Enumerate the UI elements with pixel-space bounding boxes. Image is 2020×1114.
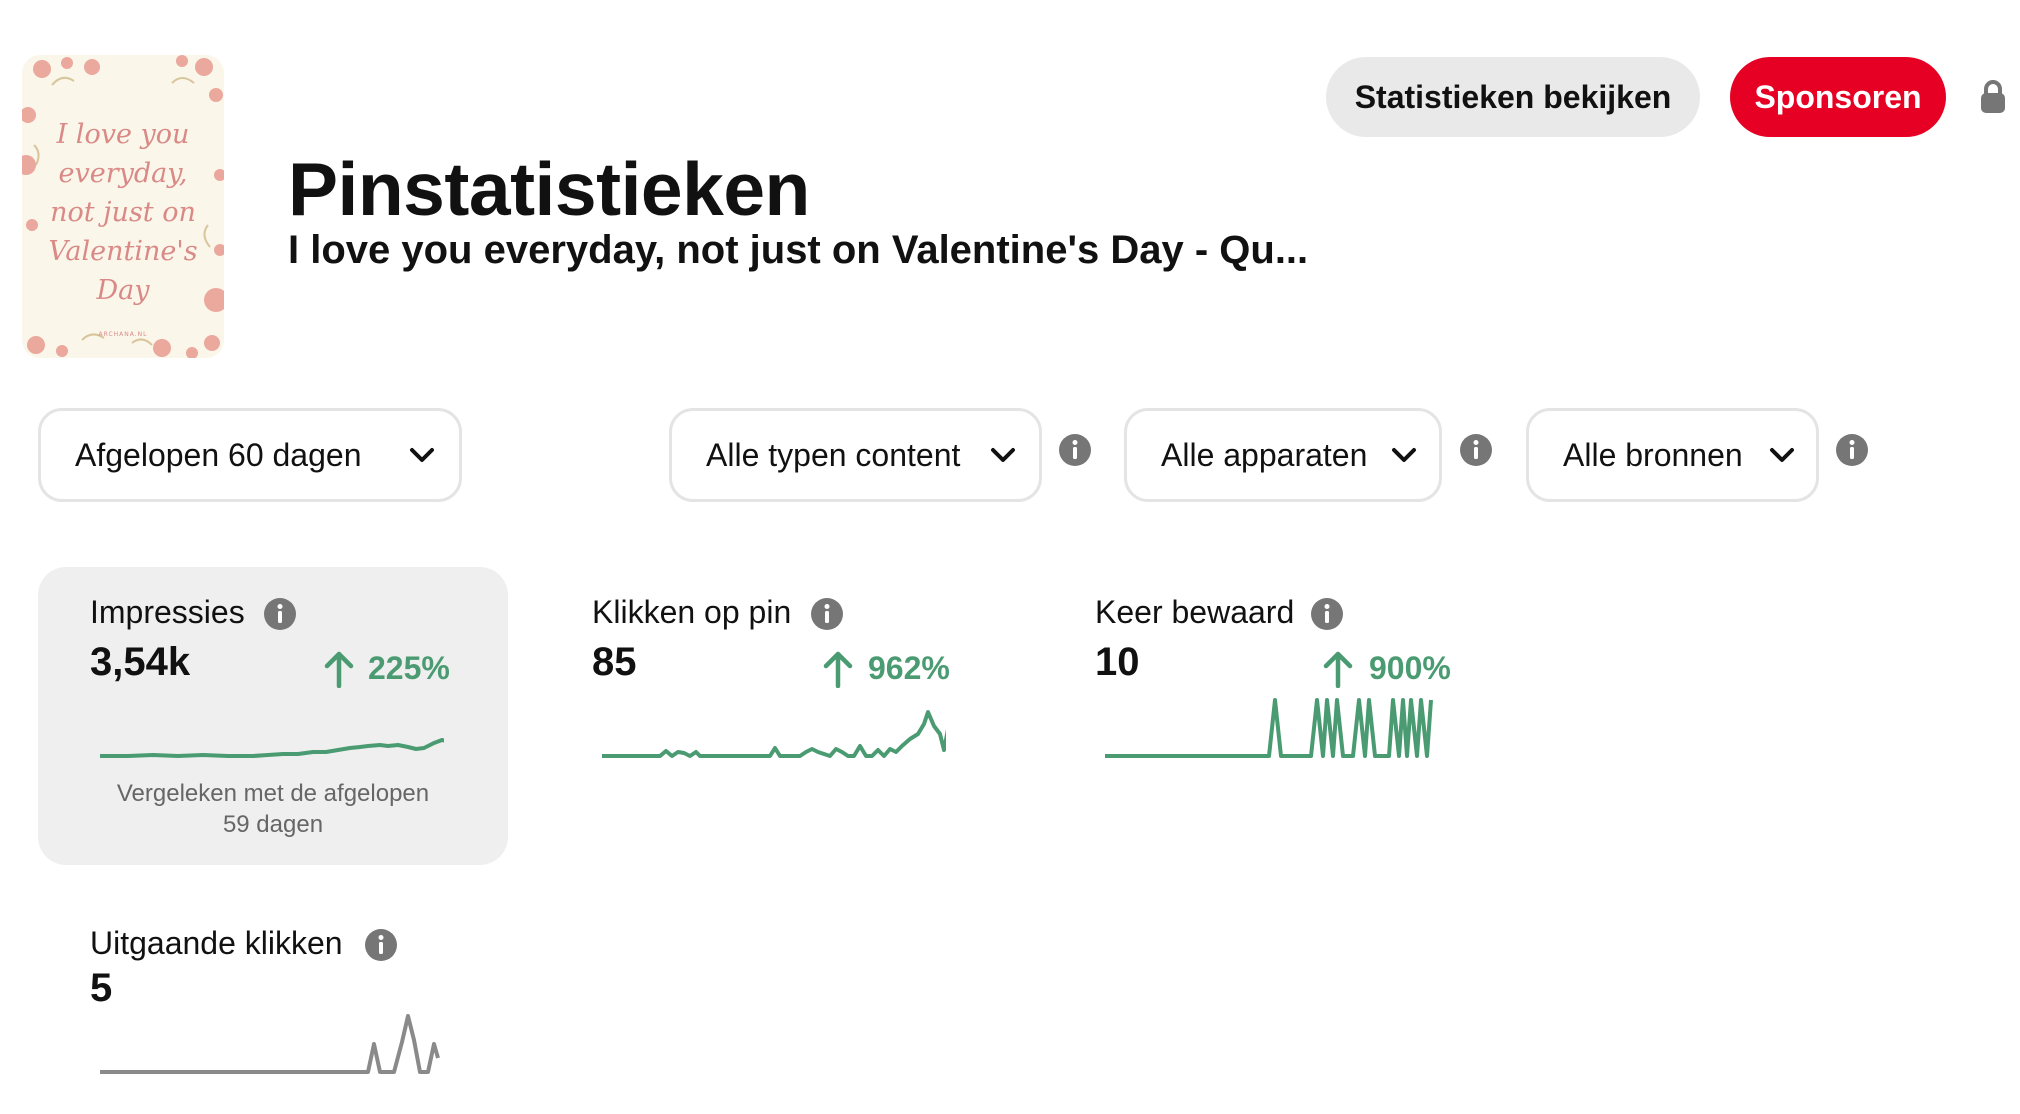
- devices-dropdown[interactable]: Alle apparaten: [1124, 408, 1442, 502]
- pin-title[interactable]: I love you everyday, not just on Valenti…: [288, 228, 1308, 273]
- pin-clicks-change: 962%: [868, 650, 950, 686]
- date-range-label: Afgelopen 60 dagen: [75, 437, 362, 473]
- pin-clicks-value: 85: [592, 640, 637, 684]
- chevron-down-icon: [991, 448, 1015, 462]
- outbound-clicks-info-icon[interactable]: [365, 929, 397, 961]
- impressions-sparkline: [100, 738, 444, 758]
- sources-info-icon[interactable]: [1836, 434, 1868, 466]
- chevron-down-icon: [1770, 448, 1794, 462]
- pin-image-quote: I love you everyday, not just on Valenti…: [48, 119, 198, 306]
- page-title: Pinstatistieken: [288, 147, 810, 231]
- pin-clicks-sparkline: [602, 710, 946, 758]
- pin-clicks-info-icon[interactable]: [811, 598, 843, 630]
- date-range-dropdown[interactable]: Afgelopen 60 dagen: [38, 408, 462, 502]
- saves-label: Keer bewaard: [1095, 594, 1295, 630]
- outbound-clicks-label: Uitgaande klikken: [90, 925, 343, 961]
- pin-thumbnail[interactable]: I love you everyday, not just on Valenti…: [22, 55, 224, 358]
- devices-info-icon[interactable]: [1460, 434, 1492, 466]
- view-statistics-button[interactable]: Statistieken bekijken: [1326, 57, 1700, 137]
- outbound-clicks-sparkline: [100, 1014, 440, 1074]
- sources-label: Alle bronnen: [1563, 437, 1743, 473]
- arrow-up-icon: [823, 651, 853, 688]
- pin-image-credit: ARCHANA.NL: [98, 331, 148, 338]
- outbound-clicks-value: 5: [90, 966, 113, 1010]
- saves-change: 900%: [1369, 650, 1451, 686]
- sources-dropdown[interactable]: Alle bronnen: [1526, 408, 1819, 502]
- impressions-value: 3,54k: [90, 640, 191, 684]
- saves-value: 10: [1095, 640, 1140, 684]
- comparison-note: Vergeleken met de afgelopen 59 dagen: [116, 780, 430, 838]
- sponsor-button[interactable]: Sponsoren: [1730, 57, 1946, 137]
- content-type-dropdown[interactable]: Alle typen content: [669, 408, 1042, 502]
- lock-icon: [1981, 80, 2005, 113]
- impressions-change: 225%: [368, 650, 450, 686]
- arrow-up-icon: [1323, 651, 1353, 688]
- chevron-down-icon: [410, 448, 434, 462]
- content-type-info-icon[interactable]: [1059, 434, 1091, 466]
- saves-info-icon[interactable]: [1311, 598, 1343, 630]
- saves-sparkline: [1105, 698, 1433, 758]
- devices-label: Alle apparaten: [1161, 437, 1368, 473]
- impressions-info-icon[interactable]: [264, 598, 296, 630]
- chevron-down-icon: [1392, 448, 1416, 462]
- pin-clicks-label: Klikken op pin: [592, 594, 792, 630]
- arrow-up-icon: [324, 651, 354, 688]
- content-type-label: Alle typen content: [706, 437, 961, 473]
- impressions-label: Impressies: [90, 594, 245, 630]
